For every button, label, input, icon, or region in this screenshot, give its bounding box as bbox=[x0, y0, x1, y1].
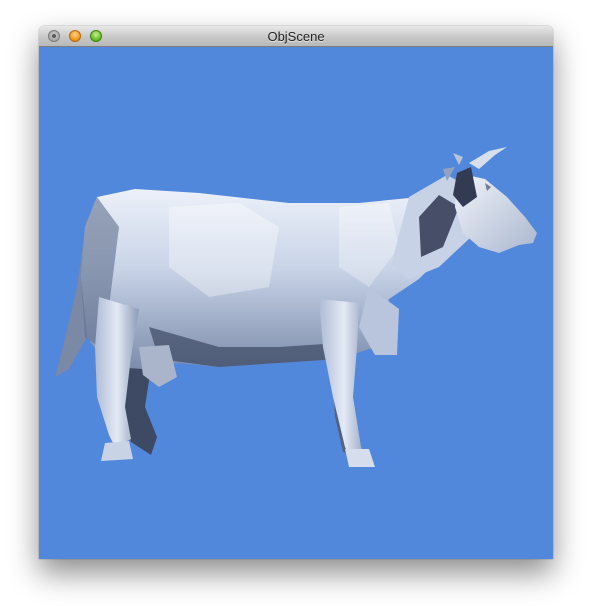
left-horn bbox=[453, 153, 463, 165]
app-window: ObjScene bbox=[39, 26, 553, 559]
near-hind-hoof bbox=[101, 441, 133, 461]
scene-viewport[interactable] bbox=[39, 47, 553, 559]
window-title: ObjScene bbox=[267, 29, 325, 44]
near-front-hoof bbox=[345, 449, 375, 467]
right-horn bbox=[469, 147, 507, 169]
cow-model-render bbox=[55, 147, 537, 467]
title-bar[interactable]: ObjScene bbox=[39, 26, 553, 47]
